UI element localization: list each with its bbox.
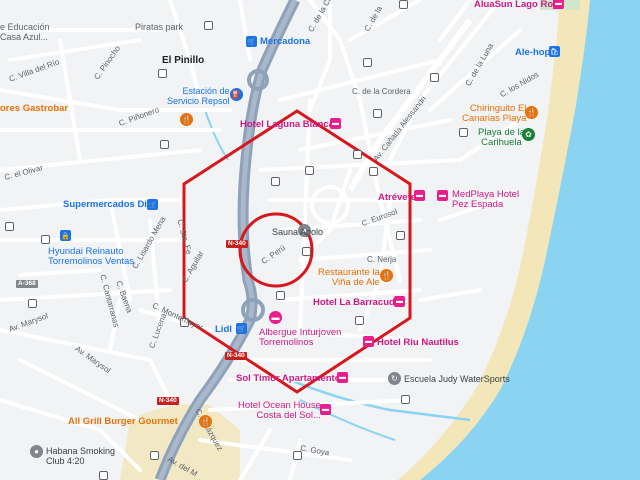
activity-icon[interactable]: ↻ bbox=[388, 372, 401, 385]
poi-label[interactable]: Albergue Inturjoven Torremolinos bbox=[259, 328, 341, 348]
bus-stop-icon[interactable] bbox=[369, 167, 378, 176]
hotel-icon[interactable]: ▬ bbox=[337, 372, 348, 383]
poi-label[interactable]: Estación de Servicio Repsol bbox=[167, 86, 230, 106]
place-label: El Pinillo bbox=[162, 55, 205, 66]
bus-stop-icon[interactable] bbox=[373, 109, 382, 118]
hotel-icon[interactable]: ▬ bbox=[269, 311, 282, 324]
bus-stop-icon[interactable] bbox=[41, 235, 50, 244]
restaurant-icon[interactable]: 🍴 bbox=[380, 269, 393, 282]
bus-stop-icon[interactable] bbox=[399, 0, 408, 9]
poi-label[interactable]: Escuela Judy WaterSports bbox=[404, 374, 510, 384]
hotel-icon[interactable]: ▬ bbox=[320, 404, 331, 415]
bus-stop-icon[interactable] bbox=[160, 140, 169, 149]
bus-stop-icon[interactable] bbox=[158, 69, 167, 78]
place-label: Piratas park bbox=[135, 22, 184, 32]
poi-label[interactable]: Mercadona bbox=[260, 37, 310, 47]
bus-stop-icon[interactable] bbox=[28, 299, 37, 308]
poi-label[interactable]: Atrévete bbox=[378, 193, 416, 203]
restaurant-icon[interactable]: 🍴 bbox=[199, 415, 212, 428]
poi-label[interactable]: ores Gastrobar bbox=[0, 104, 68, 114]
poi-label[interactable]: Sauna Apolo bbox=[272, 227, 323, 237]
poi-label[interactable]: Supermercados Dia bbox=[63, 200, 152, 210]
bus-stop-icon[interactable] bbox=[305, 166, 314, 175]
restaurant-icon[interactable]: 🍴 bbox=[525, 106, 538, 119]
poi-label[interactable]: Habana Smoking Club 4:20 bbox=[46, 446, 115, 466]
poi-label[interactable]: Restaurante la Viña de Ale bbox=[318, 268, 380, 288]
place-label: e Educación bbox=[0, 22, 50, 32]
restaurant-icon[interactable]: 🍴 bbox=[180, 113, 193, 126]
shop-icon[interactable]: ● bbox=[30, 445, 43, 458]
bus-stop-icon[interactable] bbox=[353, 150, 362, 159]
bus-stop-icon[interactable] bbox=[99, 471, 108, 480]
bus-stop-icon[interactable] bbox=[430, 73, 439, 82]
bus-stop-icon[interactable] bbox=[204, 21, 213, 30]
poi-label[interactable]: Hotel Ocean House Costa del Sol... bbox=[238, 401, 321, 421]
bus-stop-icon[interactable] bbox=[459, 128, 468, 137]
street-label: C. de la Cordera bbox=[352, 87, 411, 96]
road-shield: A-368 bbox=[16, 280, 38, 288]
bus-stop-icon[interactable] bbox=[401, 395, 410, 404]
hotel-icon[interactable]: ▬ bbox=[414, 190, 425, 201]
road-shield: N-340 bbox=[225, 352, 247, 360]
bus-stop-icon[interactable] bbox=[355, 316, 364, 325]
poi-label[interactable]: Sol Timor Apartamentos bbox=[236, 374, 346, 384]
bus-stop-icon[interactable] bbox=[150, 451, 159, 460]
shopping-bag-icon[interactable]: 🛍 bbox=[549, 46, 560, 57]
poi-label[interactable]: Hotel Riu Nautilus bbox=[377, 338, 459, 348]
poi-label[interactable]: Chiringuito El Canarias Playa bbox=[462, 104, 526, 124]
shopping-cart-icon[interactable]: 🛒 bbox=[236, 323, 247, 334]
poi-label[interactable]: AluaSun Lago Rojo bbox=[474, 0, 562, 10]
hotel-icon[interactable]: ▬ bbox=[553, 0, 564, 9]
map-canvas[interactable]: N-340 N-340 N-340 A-368 C. Villa del Río… bbox=[0, 0, 640, 480]
gas-station-icon[interactable]: ⛽ bbox=[230, 88, 243, 101]
poi-label[interactable]: MedPlaya Hotel Pez Espada bbox=[452, 190, 519, 210]
bus-stop-icon[interactable] bbox=[271, 177, 280, 186]
bus-stop-icon[interactable] bbox=[302, 247, 311, 256]
hotel-icon[interactable]: ▬ bbox=[363, 336, 374, 347]
bus-stop-icon[interactable] bbox=[276, 291, 285, 300]
hotel-icon[interactable]: ▬ bbox=[394, 296, 405, 307]
hotel-icon[interactable]: ▬ bbox=[330, 118, 341, 129]
bus-stop-icon[interactable] bbox=[5, 222, 14, 231]
poi-label[interactable]: Lidl bbox=[215, 325, 232, 335]
hotel-icon[interactable]: ▬ bbox=[437, 190, 448, 201]
poi-label[interactable]: Ale-hop bbox=[515, 48, 550, 58]
car-dealer-icon[interactable]: 🔒 bbox=[60, 230, 71, 241]
poi-label[interactable]: All Grill Burger Gourmet bbox=[68, 417, 178, 427]
street-label: C. Nerja bbox=[367, 255, 397, 264]
bus-stop-icon[interactable] bbox=[396, 231, 405, 240]
road-shield: N-340 bbox=[157, 397, 179, 405]
poi-label[interactable]: Hotel La Barracuda bbox=[313, 298, 400, 308]
bus-stop-icon[interactable] bbox=[363, 58, 372, 67]
road-shield: N-340 bbox=[226, 240, 248, 248]
poi-label[interactable]: Playa de la Carihuela bbox=[478, 128, 525, 148]
poi-label[interactable]: Hyundai Reinauto Torremolinos Ventas bbox=[48, 247, 134, 267]
place-label: Casa Azul... bbox=[0, 32, 49, 42]
poi-label[interactable]: Hotel Laguna Blanca bbox=[240, 120, 334, 130]
shopping-cart-icon[interactable]: 🛒 bbox=[246, 36, 257, 47]
